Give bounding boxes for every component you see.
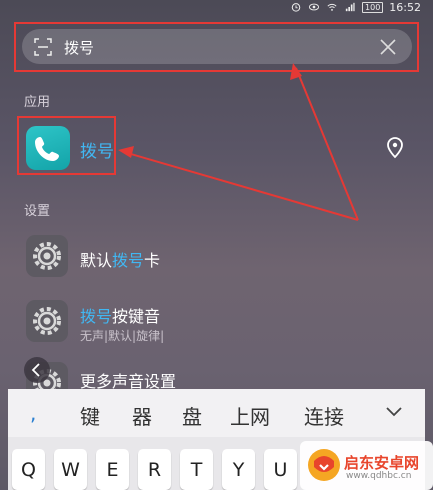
section-settings-label: 设置 [24, 204, 51, 219]
settings-gear-icon [26, 300, 68, 342]
chevron-left-icon [31, 363, 40, 377]
candidate-4[interactable]: 上网 [230, 401, 270, 430]
key-t[interactable]: T [180, 449, 213, 490]
battery-indicator: 100 [362, 1, 384, 13]
key-q[interactable]: Q [12, 449, 45, 490]
keyboard-candidate-bar: , 键 器 盘 上网 连接 [8, 389, 425, 437]
alarm-icon [291, 3, 301, 12]
settings-gear-icon [26, 235, 68, 277]
candidate-2[interactable]: 器 [132, 401, 152, 430]
title-highlight: 拨号 [112, 251, 145, 270]
watermark-name: 启东安卓网 [344, 454, 420, 472]
status-icons: 100 16:52 [290, 0, 421, 14]
signal-icon [345, 2, 355, 12]
chevron-down-icon[interactable] [384, 405, 404, 419]
status-bar: 100 16:52 [0, 0, 433, 14]
setting-subtitle-dial-key-tone: 无声|默认|旋律| [80, 329, 165, 343]
watermark-logo-icon [308, 449, 340, 481]
key-y[interactable]: Y [222, 449, 255, 490]
setting-title-default-dial-card[interactable]: 默认拨号卡 [80, 247, 160, 271]
clock: 16:52 [389, 0, 421, 14]
candidate-3[interactable]: 盘 [182, 401, 202, 430]
key-e[interactable]: E [96, 449, 129, 490]
wifi-icon [327, 3, 337, 11]
key-w[interactable]: W [54, 449, 87, 490]
title-highlight: 拨号 [80, 307, 113, 326]
title-suffix: 按键音 [112, 307, 161, 326]
setting-title-dial-key-tone[interactable]: 拨号按键音 [80, 303, 160, 327]
back-button[interactable] [24, 357, 50, 383]
eye-icon [308, 3, 320, 11]
candidate-comma[interactable]: , [30, 401, 36, 425]
key-u[interactable]: U [264, 449, 297, 490]
title-prefix: 默认 [80, 251, 113, 270]
section-apps-label: 应用 [24, 95, 51, 110]
candidate-1[interactable]: 键 [80, 401, 100, 430]
watermark-url: www.qdhbc.cn [346, 471, 412, 481]
key-r[interactable]: R [138, 449, 171, 490]
search-highlight-box [14, 22, 419, 72]
title-suffix: 卡 [144, 251, 161, 270]
location-icon[interactable] [385, 137, 405, 159]
candidate-5[interactable]: 连接 [304, 401, 344, 430]
watermark: 启东安卓网 www.qdhbc.cn [300, 441, 433, 490]
app-highlight-box [17, 116, 116, 175]
